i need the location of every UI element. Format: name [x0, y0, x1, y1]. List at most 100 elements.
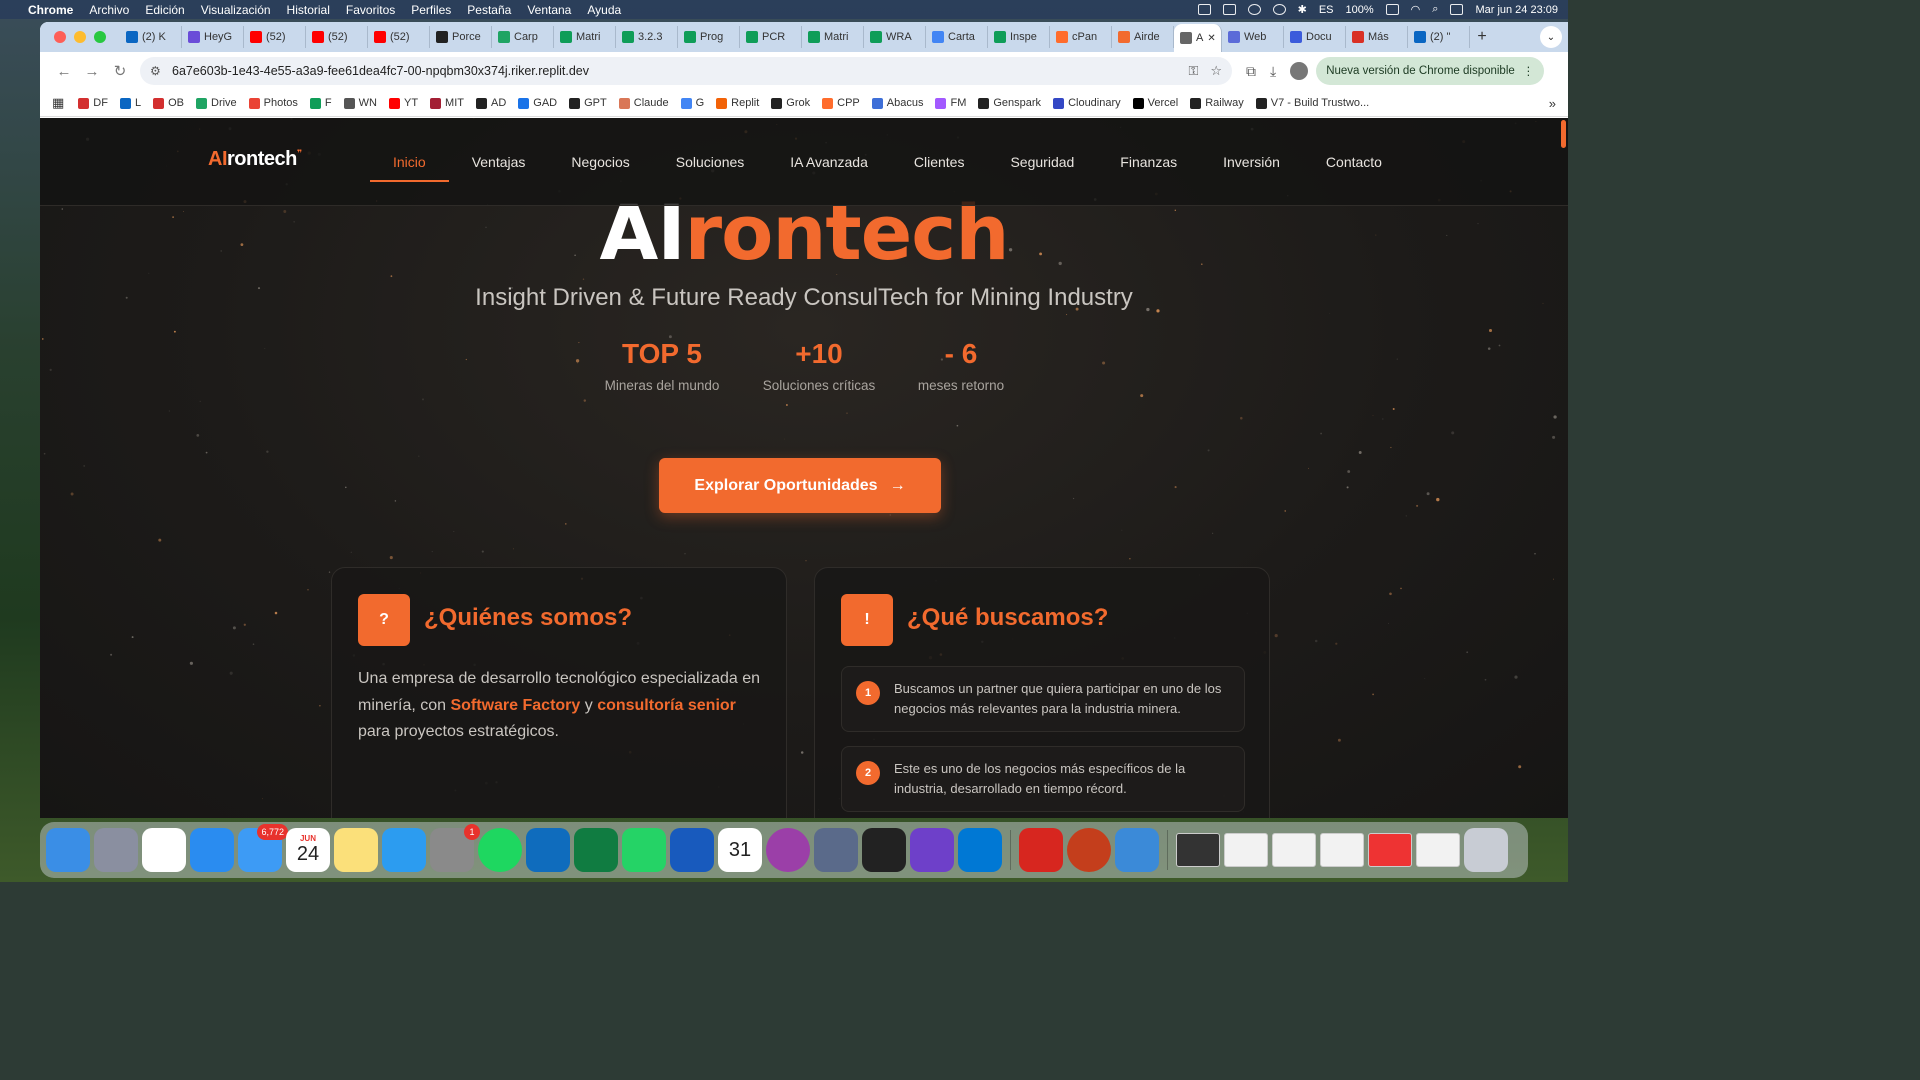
nav-ventajas[interactable]: Ventajas — [449, 118, 549, 206]
minimized-window[interactable] — [1272, 833, 1316, 867]
minimized-window[interactable] — [1176, 833, 1220, 867]
whatsapp-icon[interactable] — [622, 828, 666, 872]
reload-icon[interactable]: ↻ — [106, 62, 134, 80]
tab[interactable]: Carta — [926, 26, 988, 48]
spotify-icon[interactable] — [478, 828, 522, 872]
tab[interactable]: Inspe — [988, 26, 1050, 48]
tab-search-chevron-icon[interactable]: ⌄ — [1540, 26, 1562, 48]
bookmark-item[interactable]: Claude — [618, 97, 669, 109]
headphones-icon[interactable] — [1272, 4, 1286, 15]
bookmark-item[interactable]: OB — [153, 97, 184, 109]
quicktime-icon[interactable] — [1115, 828, 1159, 872]
play-icon[interactable] — [1247, 4, 1261, 15]
zoom-window-button[interactable] — [94, 31, 106, 43]
finder-icon[interactable] — [46, 828, 90, 872]
tab[interactable]: Porce — [430, 26, 492, 48]
tab[interactable]: Más — [1346, 26, 1408, 48]
menu-ayuda[interactable]: Ayuda — [587, 3, 621, 17]
tab[interactable]: Carp — [492, 26, 554, 48]
spotlight-search-icon[interactable]: ⌕ — [1432, 3, 1438, 16]
menu-pestana[interactable]: Pestaña — [467, 3, 511, 17]
tab[interactable]: Airde — [1112, 26, 1174, 48]
bookmark-item[interactable]: Railway — [1190, 97, 1244, 109]
bookmark-item[interactable]: V7 - Build Trustwo... — [1255, 97, 1369, 109]
menu-edicion[interactable]: Edición — [145, 3, 184, 17]
profile-avatar[interactable] — [1290, 62, 1309, 80]
system-settings-icon[interactable]: 1 — [430, 824, 480, 872]
nav-finanzas[interactable]: Finanzas — [1097, 118, 1200, 206]
screen-mirror-icon[interactable] — [1197, 4, 1211, 15]
chrome-icon[interactable] — [142, 828, 186, 872]
google-calendar-icon[interactable]: 31 — [718, 828, 762, 872]
bluetooth-icon[interactable]: ✱ — [1298, 3, 1307, 16]
minimized-window[interactable] — [1368, 833, 1412, 867]
replit-icon[interactable] — [862, 828, 906, 872]
extensions-puzzle-icon[interactable]: ⧉ — [1246, 63, 1256, 80]
menu-perfiles[interactable]: Perfiles — [411, 3, 451, 17]
menu-ventana[interactable]: Ventana — [527, 3, 571, 17]
bookmark-item[interactable]: Photos — [248, 97, 298, 109]
bookmark-item[interactable]: G — [680, 97, 704, 109]
word-icon[interactable] — [670, 828, 714, 872]
close-tab-icon[interactable]: ✕ — [1207, 33, 1215, 44]
control-center-icon[interactable] — [1450, 4, 1464, 15]
bookmark-item[interactable]: YT — [388, 97, 418, 109]
new-tab-plus-icon[interactable]: + — [1470, 28, 1494, 46]
tab[interactable]: WRA — [864, 26, 926, 48]
minimized-window[interactable] — [1416, 833, 1460, 867]
menubar-clock[interactable]: Mar jun 24 23:09 — [1475, 4, 1558, 16]
menu-historial[interactable]: Historial — [287, 3, 330, 17]
address-bar[interactable]: ⚙ 6a7e603b-1e43-4e55-a3a9-fee61dea4fc7-0… — [140, 57, 1232, 85]
chrome-update-button[interactable]: Nueva versión de Chrome disponible ⋮ — [1316, 57, 1545, 85]
powerpoint-icon[interactable] — [1067, 828, 1111, 872]
wifi-icon[interactable]: ◠ — [1411, 3, 1421, 16]
notes-icon[interactable] — [334, 828, 378, 872]
bookmark-item[interactable]: GPT — [569, 97, 607, 109]
bookmark-item[interactable]: DF — [78, 97, 108, 109]
minimized-window[interactable] — [1320, 833, 1364, 867]
nav-negocios[interactable]: Negocios — [548, 118, 652, 206]
bookmark-item[interactable]: Vercel — [1132, 97, 1178, 109]
tab[interactable]: PCR — [740, 26, 802, 48]
forward-arrow-icon[interactable]: → — [78, 63, 106, 80]
keynote-icon[interactable] — [382, 828, 426, 872]
tab-active[interactable]: A ✕ — [1174, 24, 1222, 52]
acrobat-icon[interactable] — [1019, 828, 1063, 872]
bookmark-star-icon[interactable]: ☆ — [1210, 63, 1222, 79]
tab[interactable]: Docu — [1284, 26, 1346, 48]
input-language[interactable]: ES — [1319, 4, 1334, 16]
menu-favoritos[interactable]: Favoritos — [346, 3, 395, 17]
bookmark-item[interactable]: MIT — [430, 97, 464, 109]
menu-archivo[interactable]: Archivo — [89, 3, 129, 17]
close-window-button[interactable] — [54, 31, 66, 43]
bookmark-item[interactable]: Replit — [716, 97, 759, 109]
bookmark-item[interactable]: Abacus — [871, 97, 923, 109]
page-scrollbar[interactable] — [1561, 120, 1566, 148]
bookmark-item[interactable]: L — [119, 97, 141, 109]
menu-visualizacion[interactable]: Visualización — [201, 3, 271, 17]
address-url[interactable]: 6a7e603b-1e43-4e55-a3a9-fee61dea4fc7-00-… — [172, 64, 589, 78]
battery-icon[interactable] — [1385, 4, 1399, 15]
tab[interactable]: (2) K — [120, 26, 182, 48]
battery-percent[interactable]: 100% — [1346, 4, 1374, 16]
nav-inversion[interactable]: Inversión — [1200, 118, 1303, 206]
site-logo[interactable]: AIrontech❞ — [208, 148, 302, 171]
apps-grid-icon[interactable]: ▦ — [52, 95, 64, 111]
tab[interactable]: Matri — [554, 26, 616, 48]
nav-contacto[interactable]: Contacto — [1303, 118, 1405, 206]
tab[interactable]: Web — [1222, 26, 1284, 48]
bookmark-item[interactable]: GAD — [518, 97, 557, 109]
drive-icon[interactable] — [1222, 4, 1236, 15]
mail-icon[interactable]: 6,772 — [238, 824, 288, 872]
nav-soluciones[interactable]: Soluciones — [653, 118, 768, 206]
download-icon[interactable]: ⤓ — [1270, 63, 1276, 80]
password-key-icon[interactable]: ⚿ — [1188, 63, 1198, 79]
screen-recorder-icon[interactable] — [766, 828, 810, 872]
bookmark-item[interactable]: WN — [343, 97, 377, 109]
tab[interactable]: (2) " — [1408, 26, 1470, 48]
safari-icon[interactable] — [190, 828, 234, 872]
bookmark-item[interactable]: Genspark — [978, 97, 1041, 109]
outlook-icon[interactable] — [526, 828, 570, 872]
vscode-icon[interactable] — [958, 828, 1002, 872]
tab[interactable]: 3.2.3 — [616, 26, 678, 48]
